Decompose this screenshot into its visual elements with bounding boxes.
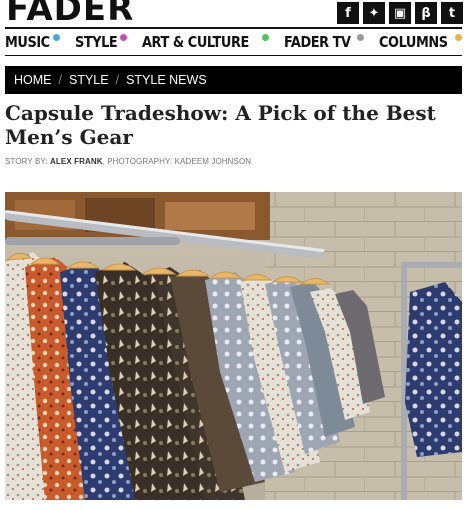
- site-logo-text: FADER: [6, 0, 135, 26]
- photo-prefix: , PHOTOGRAPHY:: [102, 157, 173, 166]
- article-photo: [5, 192, 462, 500]
- nav-dot: [455, 34, 462, 41]
- nav-item-style[interactable]: STYLE: [74, 33, 128, 51]
- site-logo[interactable]: FADER: [6, 0, 134, 26]
- twitter-icon[interactable]: ✦: [363, 2, 385, 24]
- header-divider: [5, 27, 462, 29]
- breadcrumb: HOME / STYLE / STYLE NEWS: [5, 66, 462, 94]
- instagram-icon[interactable]: ▣: [389, 2, 411, 24]
- facebook-icon[interactable]: f: [337, 2, 359, 24]
- nav-dot: [53, 34, 60, 41]
- nav-label: COLUMNS: [379, 33, 448, 51]
- nav-label: MUSIC: [5, 33, 50, 51]
- nav-label: ART & CULTURE: [141, 33, 249, 51]
- tumblr-alt-icon[interactable]: β: [415, 2, 437, 24]
- nav-dot: [120, 34, 128, 41]
- photographer-name: KADEEM JOHNSON: [174, 157, 252, 166]
- nav-item-columns[interactable]: COLUMNS: [379, 33, 462, 51]
- main-nav: MUSIC STYLE ART & CULTURE FADER TV COLUM…: [5, 31, 462, 53]
- nav-divider: [5, 55, 462, 56]
- byline-prefix: STORY BY:: [5, 157, 48, 166]
- breadcrumb-home[interactable]: HOME: [14, 73, 52, 87]
- article-byline: STORY BY: ALEX FRANK, PHOTOGRAPHY: KADEE…: [5, 157, 251, 166]
- nav-item-art-culture[interactable]: ART & CULTURE: [141, 33, 270, 51]
- nav-label: STYLE: [74, 33, 118, 51]
- social-links: f ✦ ▣ β t: [337, 2, 463, 24]
- nav-dot: [357, 34, 365, 41]
- tumblr-icon[interactable]: t: [441, 2, 463, 24]
- nav-dot: [262, 34, 270, 41]
- breadcrumb-style-news[interactable]: STYLE NEWS: [126, 73, 207, 87]
- author-link[interactable]: ALEX FRANK: [50, 157, 103, 166]
- clothing-rack-photo: [5, 192, 462, 500]
- breadcrumb-separator: /: [115, 73, 120, 87]
- article-title: Capsule Tradeshow: A Pick of the Best Me…: [5, 101, 436, 149]
- nav-item-fader-tv[interactable]: FADER TV: [283, 33, 365, 51]
- breadcrumb-separator: /: [58, 73, 62, 87]
- breadcrumb-style[interactable]: STYLE: [69, 73, 109, 87]
- nav-item-music[interactable]: MUSIC: [5, 33, 60, 51]
- nav-label: FADER TV: [283, 33, 351, 51]
